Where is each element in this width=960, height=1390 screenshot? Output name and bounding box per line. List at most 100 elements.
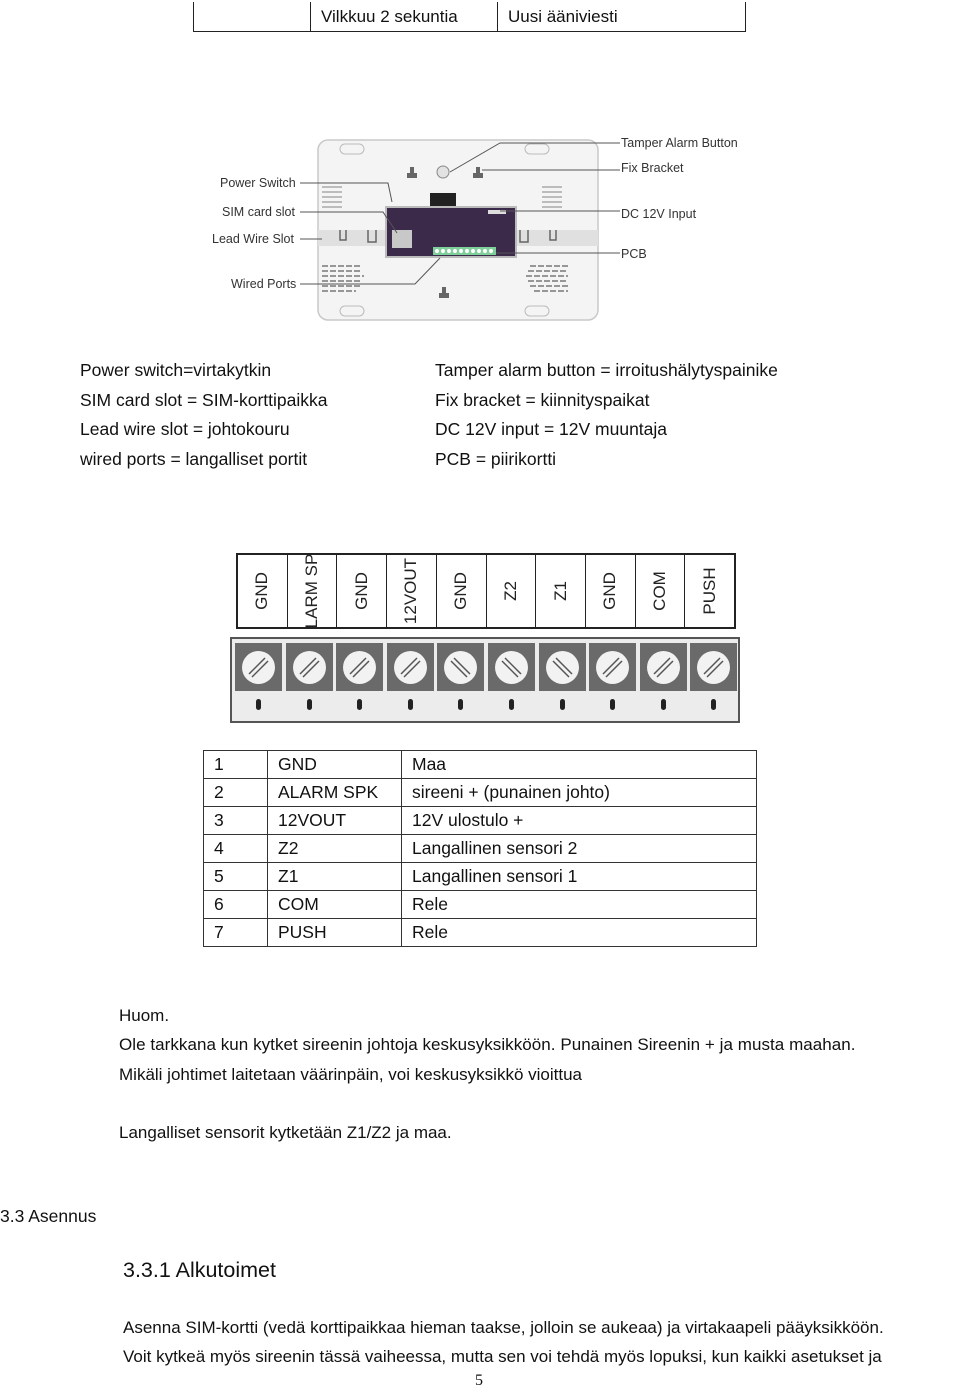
table-row: 6 COM Rele	[203, 890, 757, 919]
terminal-label: GND	[252, 572, 272, 610]
section-heading: 3.3 Asennus	[0, 1206, 97, 1226]
terminal-screw-cell	[386, 643, 434, 691]
legend-item: Lead wire slot = johtokouru	[80, 419, 290, 439]
legend-item: SIM card slot = SIM-korttipaikka	[80, 389, 328, 410]
pin-description: Langallinen sensori 2	[401, 834, 757, 863]
terminal-screw-cell	[690, 643, 738, 691]
pin-number: 7	[203, 918, 268, 947]
screw-slot-icon	[248, 657, 269, 678]
pin-number: 6	[203, 890, 268, 919]
terminal-label: GND	[451, 572, 471, 610]
terminal-label: COM	[649, 571, 669, 611]
terminal-screw-cell	[336, 643, 384, 691]
terminal-label-cell: GND	[337, 555, 388, 627]
top-table-cell-empty	[194, 2, 311, 31]
terminal-label: Z2	[500, 581, 520, 601]
subsection-heading: 3.3.1 Alkutoimet	[123, 1258, 276, 1282]
screw-slot-icon	[653, 657, 674, 678]
terminal-screw-cell	[285, 643, 333, 691]
terminal-label-cell: COM	[636, 555, 686, 627]
terminal-pin-hole	[357, 699, 363, 710]
legend-item: Power switch=virtakytkin	[80, 360, 272, 380]
screw-slot-icon	[299, 657, 320, 678]
screw-head	[343, 651, 377, 684]
terminal-pin-hole	[610, 699, 616, 710]
legend-item: Fix bracket = kiinnityspaikat	[435, 389, 650, 410]
callout-wired-ports: Wired Ports	[231, 277, 297, 291]
terminal-label-cell: 12VOUT	[387, 555, 437, 627]
table-row: 1 GND Maa	[203, 750, 757, 779]
legend-item: DC 12V input = 12V muuntaja	[435, 419, 668, 439]
pin-name: GND	[267, 750, 402, 779]
terminal-label-cell: GND	[437, 555, 487, 627]
pin-name: Z2	[267, 834, 402, 863]
callout-dc-12v-input: DC 12V Input	[621, 207, 697, 221]
pin-number: 4	[203, 834, 268, 863]
terminal-label-cell: GND	[586, 555, 636, 627]
screw-head	[444, 651, 478, 684]
callout-sim-card-slot: SIM card slot	[222, 205, 295, 219]
terminal-label: PUSH	[699, 567, 719, 615]
screw-slot-icon	[703, 657, 724, 678]
section-paragraph-1: Asenna SIM-kortti (vedä korttipaikkaa hi…	[123, 1318, 884, 1337]
terminal-pin-hole	[509, 699, 514, 710]
pin-description: Rele	[401, 890, 757, 919]
callout-fix-bracket: Fix Bracket	[621, 161, 684, 175]
screw-head	[393, 651, 427, 684]
screw-head	[697, 651, 731, 684]
note-line-2: Mikäli johtimet laitetaan väärinpäin, vo…	[119, 1065, 582, 1084]
power-switch	[430, 193, 456, 207]
screw-head	[292, 651, 326, 684]
legend-item: PCB = piirikortti	[435, 448, 557, 469]
screw-head	[545, 651, 579, 684]
terminal-label: GND	[600, 572, 620, 610]
terminal-screw-cell	[538, 643, 586, 691]
note-line-1: Ole tarkkana kun kytket sireenin johtoja…	[119, 1035, 856, 1054]
top-table-cell-message: Uusi ääniviesti	[508, 7, 618, 26]
sim-card-slot	[392, 230, 412, 248]
screw-head	[596, 651, 630, 684]
terminal-pin-hole	[458, 699, 464, 710]
callout-pcb: PCB	[621, 247, 647, 261]
legend-right: Tamper alarm button = irroitushälytyspai…	[435, 356, 778, 474]
terminal-label-cell: Z1	[536, 555, 586, 627]
pin-number: 2	[203, 778, 268, 807]
pin-number: 5	[203, 862, 268, 891]
table-row: 4 Z2 Langallinen sensori 2	[203, 834, 757, 863]
table-row: 7 PUSH Rele	[203, 918, 757, 947]
callout-lead-wire-slot: Lead Wire Slot	[212, 232, 294, 246]
device-back-diagram: Power Switch SIM card slot Lead Wire Slo…	[200, 130, 760, 330]
device-illustration	[300, 139, 620, 321]
screw-slot-icon	[349, 657, 370, 678]
pin-description: Rele	[401, 918, 757, 947]
pin-description: Langallinen sensori 1	[401, 862, 757, 891]
terminal-pin-hole	[306, 699, 312, 710]
terminal-label: ALARM SPK	[302, 555, 322, 627]
pin-name: PUSH	[267, 918, 402, 947]
terminal-screw-cell	[639, 643, 687, 691]
legend-item: wired ports = langalliset portit	[80, 448, 308, 469]
pin-number: 1	[203, 750, 268, 779]
pin-name: Z1	[267, 862, 402, 891]
screw-slot-icon	[450, 657, 471, 678]
terminal-label: 12VOUT	[401, 557, 421, 625]
screw-head	[495, 651, 528, 684]
terminal-screw-cell	[235, 643, 282, 691]
terminal-label-cell: PUSH	[685, 555, 734, 627]
terminal-pin-hole	[660, 699, 666, 710]
section-paragraph-2: Voit kytkeä myös sireenin tässä vaiheess…	[123, 1347, 882, 1366]
terminal-pin-hole	[256, 699, 261, 710]
screw-slot-icon	[501, 657, 522, 678]
note-line-3: Langalliset sensorit kytketään Z1/Z2 ja …	[119, 1123, 452, 1142]
terminal-label-cell: GND	[238, 555, 288, 627]
page-number: 5	[475, 1372, 483, 1389]
terminal-screw-cell	[437, 643, 485, 691]
pin-number: 3	[203, 806, 268, 835]
top-table-cell-blink: Vilkkuu 2 sekuntia	[311, 2, 498, 31]
legend-left: Power switch=virtakytkin SIM card slot =…	[80, 356, 328, 474]
terminal-label-cell: ALARM SPK	[288, 555, 338, 627]
terminal-pin-hole	[559, 699, 565, 710]
screw-slot-icon	[602, 657, 623, 678]
table-row: 5 Z1 Langallinen sensori 1	[203, 862, 757, 891]
pin-description: 12V ulostulo +	[401, 806, 757, 835]
